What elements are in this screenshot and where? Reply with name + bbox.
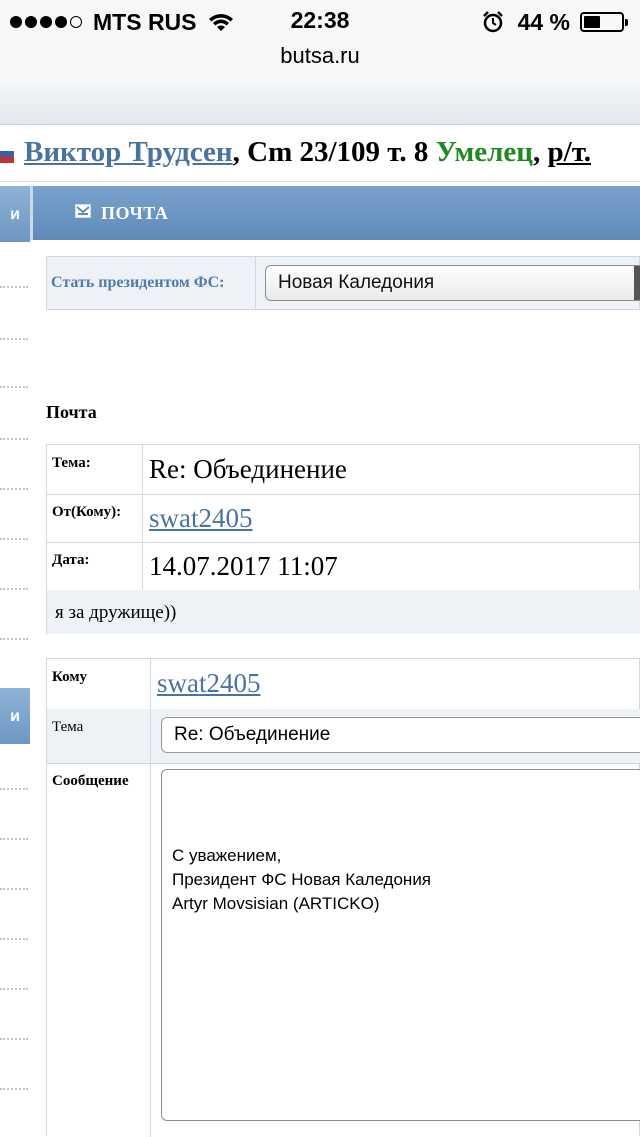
message-line: С уважением, (172, 846, 282, 865)
subject-value: Re: Объединение (149, 454, 347, 484)
sidebar-item[interactable] (0, 788, 28, 792)
battery-fill (584, 16, 600, 28)
reply-subject-label: Тема (47, 709, 151, 763)
player-sep: , (533, 136, 548, 168)
alarm-icon (482, 11, 503, 33)
sidebar-item[interactable] (0, 286, 28, 290)
site-top-strip (0, 82, 640, 125)
sidebar-tab-1[interactable]: и (0, 186, 30, 242)
flag-icon (0, 145, 14, 163)
player-stats: , Cm 23/109 т. 8 (232, 136, 436, 168)
reply-subject-row: Тема Re: Объединение (47, 709, 640, 764)
select-button[interactable] (634, 266, 640, 300)
subject-label: Тема: (47, 445, 143, 494)
battery-percent: 44 % (517, 8, 570, 35)
player-extra-link[interactable]: р/т. (548, 136, 592, 168)
message-body: я за дружище)) (47, 590, 640, 634)
sidebar-item[interactable] (0, 838, 28, 842)
recipient-link[interactable]: swat2405 (157, 668, 261, 699)
sidebar-tab-2[interactable]: и (0, 688, 30, 744)
message-line: Президент ФС Новая Каледония (172, 870, 432, 889)
sidebar-item[interactable] (0, 638, 28, 642)
sidebar-item[interactable] (0, 888, 28, 892)
federation-select-value: Новая Каледония (278, 272, 435, 293)
from-label: От(Кому): (47, 494, 143, 542)
sender-link[interactable]: swat2405 (149, 494, 253, 534)
sidebar-item[interactable] (0, 1088, 28, 1092)
main-content: ПОЧТА Стать президентом ФС: Новая Каледо… (30, 182, 640, 1137)
to-label: Кому (47, 659, 151, 709)
message-view: Тема: Re: Объединение От(Кому): swat2405… (46, 444, 640, 634)
divider (255, 257, 256, 309)
mail-header-title: ПОЧТА (101, 203, 169, 223)
subject-input[interactable]: Re: Объединение (161, 717, 640, 753)
sidebar-item[interactable] (0, 488, 28, 492)
status-bar: MTS RUS 22:38 44 % butsa.ru (0, 0, 640, 82)
federation-select[interactable]: Новая Каледония (265, 265, 640, 301)
mail-section-header: ПОЧТА (30, 186, 640, 240)
message-label: Сообщение (47, 763, 151, 1137)
message-from-row: От(Кому): swat2405 (47, 494, 640, 543)
sidebar-item[interactable] (0, 438, 28, 442)
player-bar: Виктор Трудсен, Cm 23/109 т. 8 Умелец, р… (0, 127, 640, 182)
reply-to-row: Кому swat2405 (47, 659, 640, 710)
player-name-link[interactable]: Виктор Трудсен (24, 136, 233, 168)
sidebar-item[interactable] (0, 588, 28, 592)
message-subject-row: Тема: Re: Объединение (47, 445, 640, 495)
date-label: Дата: (47, 542, 143, 590)
page-title: Почта (46, 402, 97, 422)
message-line: Artyr Movsisian (ARTICKO) (172, 894, 380, 913)
president-form: Стать президентом ФС: Новая Каледония (46, 256, 640, 310)
sidebar-item[interactable] (0, 338, 28, 342)
battery-icon (580, 12, 628, 32)
sidebar-item[interactable] (0, 386, 28, 390)
left-sidebar: и и (0, 182, 30, 1136)
sidebar-item[interactable] (0, 1038, 28, 1042)
sidebar-item[interactable] (0, 938, 28, 942)
message-textarea[interactable]: С уважением, Президент ФС Новая Каледони… (161, 769, 640, 1121)
mail-icon (75, 204, 91, 218)
status-right: 44 % (482, 8, 628, 36)
sidebar-item[interactable] (0, 988, 28, 992)
date-value: 14.07.2017 11:07 (149, 551, 338, 581)
sidebar-item[interactable] (0, 538, 28, 542)
player-info: Виктор Трудсен, Cm 23/109 т. 8 Умелец, р… (24, 136, 591, 169)
player-skill: Умелец (435, 136, 534, 168)
message-date-row: Дата: 14.07.2017 11:07 (47, 542, 640, 591)
reply-form: Кому swat2405 Тема Re: Объединение Сообщ… (46, 658, 640, 1137)
president-label: Стать президентом ФС: (51, 274, 225, 291)
address-bar-url[interactable]: butsa.ru (0, 43, 640, 69)
